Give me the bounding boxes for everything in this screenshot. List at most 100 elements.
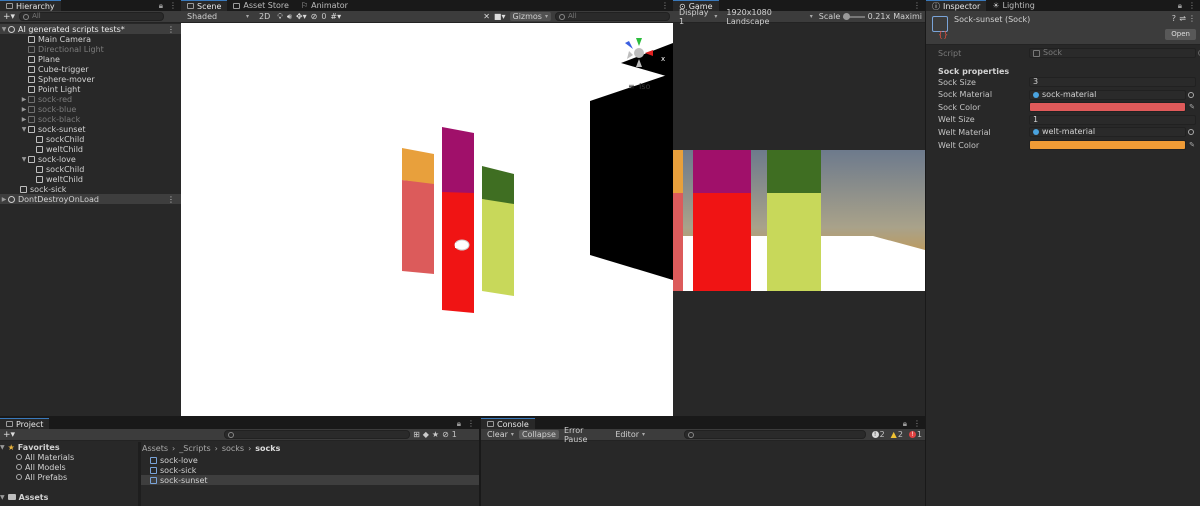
help-icon[interactable]: ? xyxy=(1172,14,1176,23)
hierarchy-item[interactable]: ▶ sock-black xyxy=(0,114,181,124)
more-options-icon[interactable]: ⋮ xyxy=(167,25,175,34)
tab-inspector[interactable]: ⓘ Inspector xyxy=(926,0,987,11)
favorite-item[interactable]: All Materials xyxy=(12,452,74,462)
number-field[interactable]: 1 xyxy=(1029,114,1196,125)
add-icon[interactable]: +▾ xyxy=(3,12,15,22)
tab-hierarchy[interactable]: Hierarchy xyxy=(0,0,61,11)
hierarchy-item[interactable]: weltChild xyxy=(0,174,181,184)
collapse-arrow-icon[interactable]: ▼ xyxy=(20,126,28,133)
tab-project[interactable]: Project xyxy=(0,418,50,429)
hierarchy-item[interactable]: ▶ sock-blue xyxy=(0,104,181,114)
favorites-row[interactable]: ▼ ★ Favorites xyxy=(0,442,60,452)
hierarchy-item[interactable]: sock-sick xyxy=(0,184,181,194)
breadcrumb-scripts[interactable]: _Scripts xyxy=(179,444,210,453)
breadcrumb-socks[interactable]: socks xyxy=(222,444,244,453)
collapse-arrow-icon[interactable]: ▼ xyxy=(0,494,5,501)
number-field[interactable]: 3 xyxy=(1029,77,1196,87)
hierarchy-item[interactable]: Plane xyxy=(0,54,181,64)
lock-icon[interactable]: 🔒︎ xyxy=(159,1,163,11)
clear-dropdown[interactable]: Clear xyxy=(484,430,517,439)
asset-file-item[interactable]: sock-love xyxy=(141,455,479,465)
eyedropper-icon[interactable]: ✎ xyxy=(1189,103,1195,111)
color-field[interactable]: ✎ xyxy=(1029,102,1195,113)
hierarchy-item[interactable]: Main Camera xyxy=(0,34,181,44)
expand-arrow-icon[interactable]: ▶ xyxy=(0,196,8,203)
project-search-input[interactable] xyxy=(224,430,411,439)
settings-icon[interactable]: ⇌ xyxy=(1179,14,1186,23)
filter-type-icon[interactable]: ⊞ xyxy=(413,430,420,439)
expand-arrow-icon[interactable]: ▶ xyxy=(20,106,28,113)
tab-asset-store[interactable]: Asset Store xyxy=(227,0,295,11)
collapse-arrow-icon[interactable]: ▼ xyxy=(20,156,28,163)
hierarchy-item[interactable]: ▼ sock-love xyxy=(0,154,181,164)
filter-label-icon[interactable]: ◆ xyxy=(423,430,429,439)
scale-slider-handle[interactable] xyxy=(843,12,851,20)
scene-search-input[interactable]: All xyxy=(555,12,670,21)
object-picker-icon[interactable] xyxy=(1188,91,1194,98)
audio-toggle-icon[interactable]: 🔊︎ xyxy=(287,12,292,22)
error-pause-toggle[interactable]: Error Pause xyxy=(561,426,610,444)
lock-icon[interactable]: 🔒︎ xyxy=(457,419,461,429)
breadcrumb-socks-current[interactable]: socks xyxy=(255,444,280,453)
more-options-icon[interactable]: ⋮ xyxy=(913,419,921,428)
hierarchy-item[interactable]: ▼ sock-sunset xyxy=(0,124,181,134)
asset-file-item[interactable]: sock-sunset xyxy=(141,475,479,485)
game-view[interactable] xyxy=(673,150,925,291)
shading-mode-dropdown[interactable]: Shaded xyxy=(184,12,252,21)
camera-icon[interactable]: ■▾ xyxy=(494,12,506,21)
grid-toggle-icon[interactable]: #▾ xyxy=(330,12,341,21)
resolution-dropdown[interactable]: 1920x1080 Landscape xyxy=(723,8,815,26)
hierarchy-item[interactable]: Cube-trigger xyxy=(0,64,181,74)
effects-dropdown-icon[interactable]: ✥▾ xyxy=(296,12,307,21)
hierarchy-item[interactable]: sockChild xyxy=(0,134,181,144)
object-field[interactable]: welt-material xyxy=(1029,127,1194,138)
object-field[interactable]: sock-material xyxy=(1029,89,1194,100)
collapse-arrow-icon[interactable]: ▼ xyxy=(0,444,5,451)
tab-scene[interactable]: Scene xyxy=(181,0,228,11)
favorite-star-icon[interactable]: ★ xyxy=(432,430,439,439)
error-filter-toggle[interactable]: ! 1 xyxy=(908,430,922,439)
tab-animator[interactable]: ⚐ Animator xyxy=(295,0,354,11)
collapse-toggle[interactable]: Collapse xyxy=(518,430,559,439)
warning-filter-toggle[interactable]: ▲ 2 xyxy=(891,430,903,439)
hierarchy-search-input[interactable]: All xyxy=(19,12,165,21)
collapse-arrow-icon[interactable]: ▼ xyxy=(0,26,8,33)
tab-console[interactable]: Console xyxy=(481,418,535,429)
favorite-item[interactable]: All Models xyxy=(12,462,66,472)
lighting-toggle-icon[interactable]: 💡︎ xyxy=(277,12,283,22)
more-options-icon[interactable]: ⋮ xyxy=(913,1,921,10)
iso-label[interactable]: Iso xyxy=(639,82,651,91)
maximize-toggle[interactable]: Maximi xyxy=(893,12,922,21)
lock-icon[interactable]: 🔒︎ xyxy=(903,419,907,429)
hierarchy-item[interactable]: weltChild xyxy=(0,144,181,154)
object-picker-icon[interactable] xyxy=(1188,129,1194,136)
hierarchy-item[interactable]: ▶ sock-red xyxy=(0,94,181,104)
add-icon[interactable]: +▾ xyxy=(3,430,15,440)
expand-arrow-icon[interactable]: ▶ xyxy=(20,116,28,123)
expand-arrow-icon[interactable]: ▶ xyxy=(20,96,28,103)
assets-row[interactable]: ▼ Assets xyxy=(0,492,48,502)
dont-destroy-row[interactable]: ▶ DontDestroyOnLoad ⋮ xyxy=(0,194,181,204)
hierarchy-item[interactable]: sockChild xyxy=(0,164,181,174)
tab-lighting[interactable]: ☀ Lighting xyxy=(986,0,1041,11)
more-options-icon[interactable]: ⋮ xyxy=(167,195,175,204)
hierarchy-item[interactable]: Sphere-mover xyxy=(0,74,181,84)
hierarchy-item[interactable]: Directional Light xyxy=(0,44,181,54)
display-dropdown[interactable]: Display 1 xyxy=(676,8,720,26)
lock-icon[interactable]: 🔒︎ xyxy=(1178,1,1182,11)
more-options-icon[interactable]: ⋮ xyxy=(661,1,669,10)
breadcrumb-assets[interactable]: Assets xyxy=(142,444,168,453)
editor-dropdown[interactable]: Editor xyxy=(612,430,648,439)
eyedropper-icon[interactable]: ✎ xyxy=(1189,141,1195,149)
favorite-item[interactable]: All Prefabs xyxy=(12,472,67,482)
open-button[interactable]: Open xyxy=(1165,29,1196,40)
asset-file-item[interactable]: sock-sick xyxy=(141,465,479,475)
2d-toggle[interactable]: 2D xyxy=(256,12,273,21)
color-field[interactable]: ✎ xyxy=(1029,140,1195,150)
scene-viewport[interactable]: x Iso ≡ xyxy=(181,23,673,416)
more-options-icon[interactable]: ⋮ xyxy=(1188,1,1196,10)
gizmos-dropdown[interactable]: Gizmos xyxy=(509,12,551,21)
hidden-objects-icon[interactable]: ⊘ xyxy=(311,12,318,21)
hidden-packages-icon[interactable]: ⊘ xyxy=(442,430,449,439)
more-options-icon[interactable]: ⋮ xyxy=(1188,14,1196,23)
